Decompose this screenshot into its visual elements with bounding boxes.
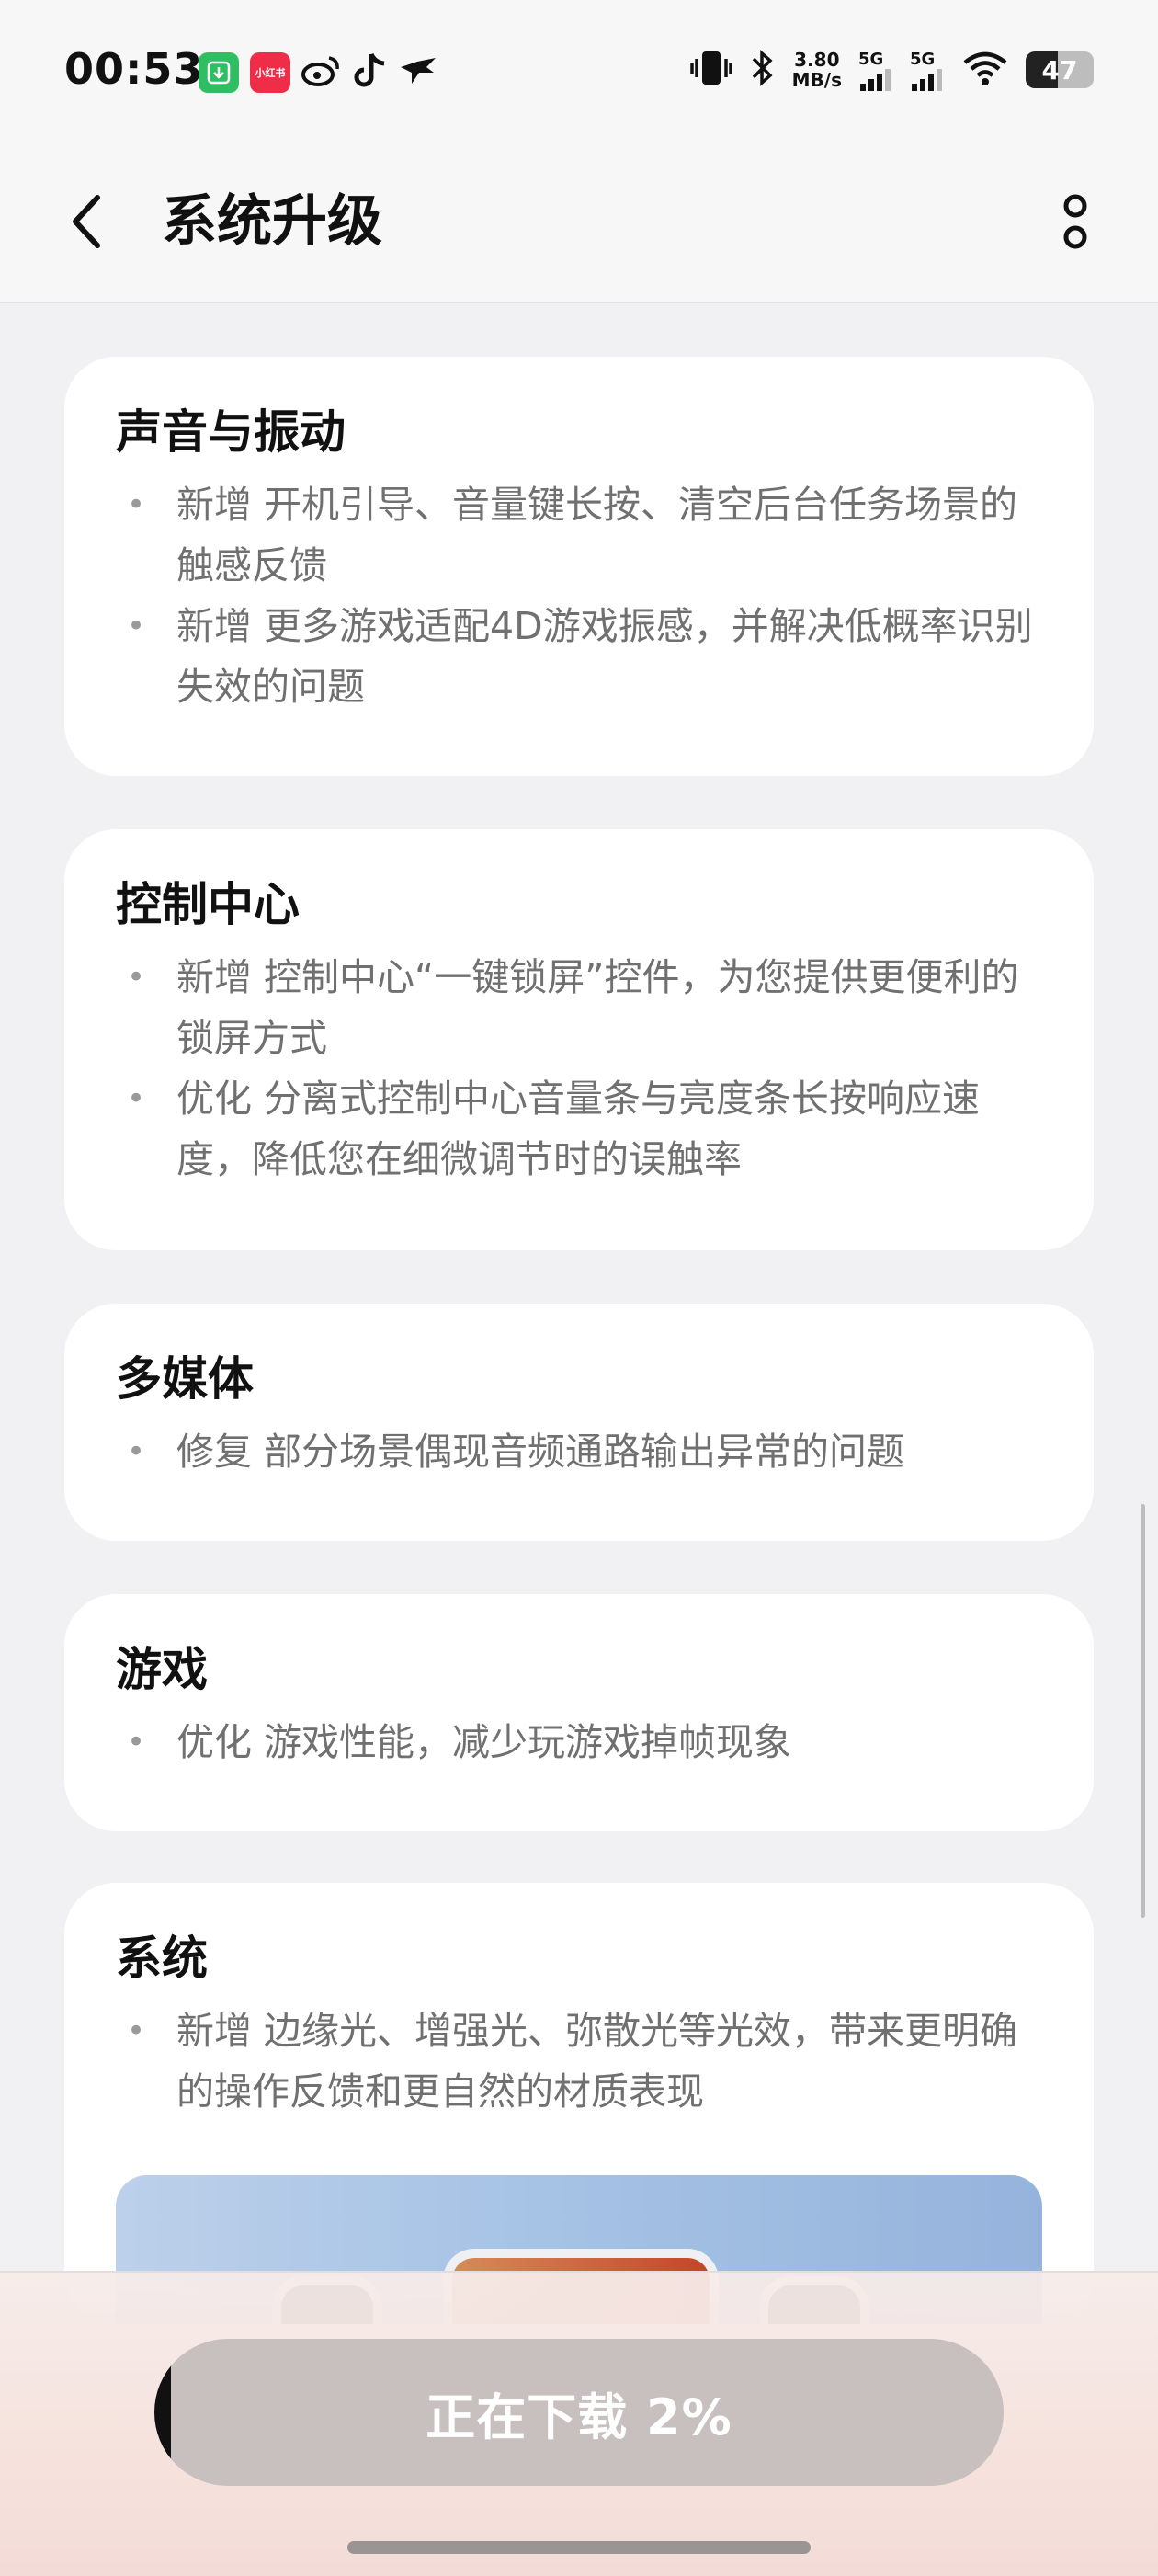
change-item: 新增 开机引导、音量键长按、清空后台任务场景的触感反馈	[116, 474, 1042, 596]
section-title: 控制中心	[116, 878, 300, 931]
scrollbar[interactable]	[1141, 1504, 1145, 1918]
change-item: 新增 边缘光、增强光、弥散光等光效，带来更明确的操作反馈和更自然的材质表现	[116, 2000, 1042, 2122]
app-header: 系统升级	[0, 147, 1158, 303]
network-speed-value: 3.80	[794, 49, 840, 71]
section-card-system: 系统 新增 边缘光、增强光、弥散光等光效，带来更明确的操作反馈和更自然的材质表现	[64, 1883, 1094, 2324]
section-card-control-center: 控制中心 新增 控制中心“一键锁屏”控件，为您提供更便利的锁屏方式 优化 分离式…	[64, 829, 1094, 1250]
battery-indicator: 47	[1026, 51, 1094, 88]
chevron-left-icon	[73, 195, 100, 248]
sim1-label: 5G	[858, 49, 884, 69]
download-app-icon	[199, 52, 239, 93]
change-item: 优化 游戏性能，减少玩游戏掉帧现象	[116, 1712, 1042, 1772]
battery-level: 47	[1041, 54, 1078, 85]
sim2-label: 5G	[910, 49, 936, 69]
section-title: 声音与振动	[116, 405, 346, 459]
sim2-signal: 5G	[910, 50, 945, 91]
download-status-label: 正在下载 2%	[426, 2388, 732, 2446]
network-speed: 3.80 MB/s	[792, 50, 842, 90]
change-list: 新增 边缘光、增强光、弥散光等光效，带来更明确的操作反馈和更自然的材质表现	[116, 2000, 1042, 2122]
page-title: 系统升级	[162, 189, 382, 254]
download-progress-button[interactable]: 正在下载 2%	[154, 2339, 1004, 2486]
signal-bars-icon	[912, 68, 942, 91]
back-button[interactable]	[59, 180, 114, 263]
home-indicator[interactable]	[347, 2541, 811, 2554]
status-time: 00:53	[64, 44, 204, 94]
change-item: 修复 部分场景偶现音频通路输出异常的问题	[116, 1421, 1042, 1482]
sim1-signal: 5G	[858, 50, 893, 91]
network-speed-unit: MB/s	[791, 69, 842, 91]
change-item: 新增 控制中心“一键锁屏”控件，为您提供更便利的锁屏方式	[116, 947, 1042, 1068]
more-options-button[interactable]	[1048, 180, 1103, 263]
xiaohongshu-label: 小红书	[255, 67, 286, 79]
tiktok-icon	[353, 51, 388, 94]
section-card-game: 游戏 优化 游戏性能，减少玩游戏掉帧现象	[64, 1594, 1094, 1831]
change-list: 新增 控制中心“一键锁屏”控件，为您提供更便利的锁屏方式 优化 分离式控制中心音…	[116, 947, 1042, 1190]
system-status-icons: 3.80 MB/s 5G 5G 47	[689, 48, 1094, 92]
vibrate-icon	[689, 48, 733, 92]
more-vertical-icon	[1063, 194, 1087, 249]
change-list: 优化 游戏性能，减少玩游戏掉帧现象	[116, 1712, 1042, 1772]
section-card-multimedia: 多媒体 修复 部分场景偶现音频通路输出异常的问题	[64, 1304, 1094, 1541]
wifi-icon	[961, 50, 1009, 90]
section-title: 系统	[116, 1932, 208, 1985]
change-item: 新增 更多游戏适配4D游戏振感，并解决低概率识别失效的问题	[116, 596, 1042, 717]
section-title: 游戏	[116, 1643, 208, 1696]
xiaohongshu-app-icon: 小红书	[250, 52, 290, 93]
bluetooth-icon	[750, 48, 776, 92]
download-progress-fill	[154, 2339, 172, 2486]
change-list: 新增 开机引导、音量键长按、清空后台任务场景的触感反馈 新增 更多游戏适配4D游…	[116, 474, 1042, 717]
section-card-sound: 声音与振动 新增 开机引导、音量键长按、清空后台任务场景的触感反馈 新增 更多游…	[64, 357, 1094, 776]
change-list: 修复 部分场景偶现音频通路输出异常的问题	[116, 1421, 1042, 1482]
status-bar: 00:53 小红书 3.80 MB/s 5G 5G 47	[0, 0, 1158, 147]
weibo-icon	[301, 52, 342, 93]
change-item: 优化 分离式控制中心音量条与亮度条长按响应速度，降低您在细微调节时的误触率	[116, 1068, 1042, 1190]
notification-icons: 小红书	[199, 51, 439, 94]
section-title: 多媒体	[116, 1352, 254, 1406]
signal-bars-icon	[860, 68, 891, 91]
bird-app-icon	[399, 54, 439, 91]
download-panel: 正在下载 2%	[0, 2271, 1158, 2576]
